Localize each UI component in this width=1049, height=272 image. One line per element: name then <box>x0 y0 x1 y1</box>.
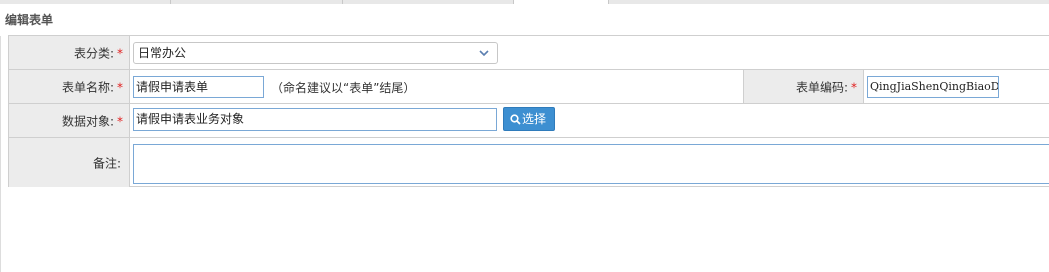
data-object-input[interactable]: 请假申请表业务对象 <box>133 108 497 131</box>
tab-divider <box>342 0 343 4</box>
form-name-label: 表单名称: <box>61 80 114 94</box>
remarks-textarea[interactable] <box>133 144 1049 184</box>
category-select[interactable]: 日常办公 <box>133 42 498 64</box>
row-category: 表分类: * 日常办公 <box>9 36 1049 70</box>
row-remarks: 备注: <box>9 138 1049 187</box>
form-name-hint: （命名建议以“表单”结尾） <box>271 81 416 95</box>
form-name-label-cell: 表单名称: * <box>9 70 130 103</box>
form-code-input[interactable]: QingJiaShenQingBiaoDan <box>867 76 999 98</box>
form-code-label-cell: 表单编码: * <box>743 70 864 103</box>
row-data-object: 数据对象: * 请假申请表业务对象 选择 <box>9 104 1049 138</box>
required-mark: * <box>851 80 857 94</box>
search-icon <box>510 114 521 125</box>
remarks-label-cell: 备注: <box>9 138 130 187</box>
data-object-label: 数据对象: <box>61 114 114 128</box>
left-border <box>0 36 1 272</box>
chevron-down-icon <box>479 50 489 57</box>
active-tab[interactable] <box>513 0 609 4</box>
tab-divider <box>170 0 171 4</box>
category-label-cell: 表分类: * <box>9 36 130 69</box>
top-tab-strip <box>0 0 1049 4</box>
category-label: 表分类: <box>73 46 114 60</box>
required-mark: * <box>117 80 123 94</box>
required-mark: * <box>117 114 123 128</box>
remarks-label: 备注: <box>92 156 121 170</box>
form-code-label: 表单编码: <box>795 80 848 94</box>
form-name-input[interactable]: 请假申请表单 <box>133 76 264 98</box>
edit-form-table: 表分类: * 日常办公 表单名称: * 请假申请表单 （命名建议以“表单”结尾） 表… <box>8 35 1049 187</box>
row-form-name: 表单名称: * 请假申请表单 （命名建议以“表单”结尾） 表单编码: * QingJ… <box>9 70 1049 104</box>
data-object-label-cell: 数据对象: * <box>9 104 130 137</box>
select-button-label: 选择 <box>522 112 547 126</box>
select-data-object-button[interactable]: 选择 <box>503 107 555 131</box>
section-title: 编辑表单 <box>5 13 54 27</box>
category-select-value: 日常办公 <box>138 46 187 60</box>
required-mark: * <box>117 46 123 60</box>
